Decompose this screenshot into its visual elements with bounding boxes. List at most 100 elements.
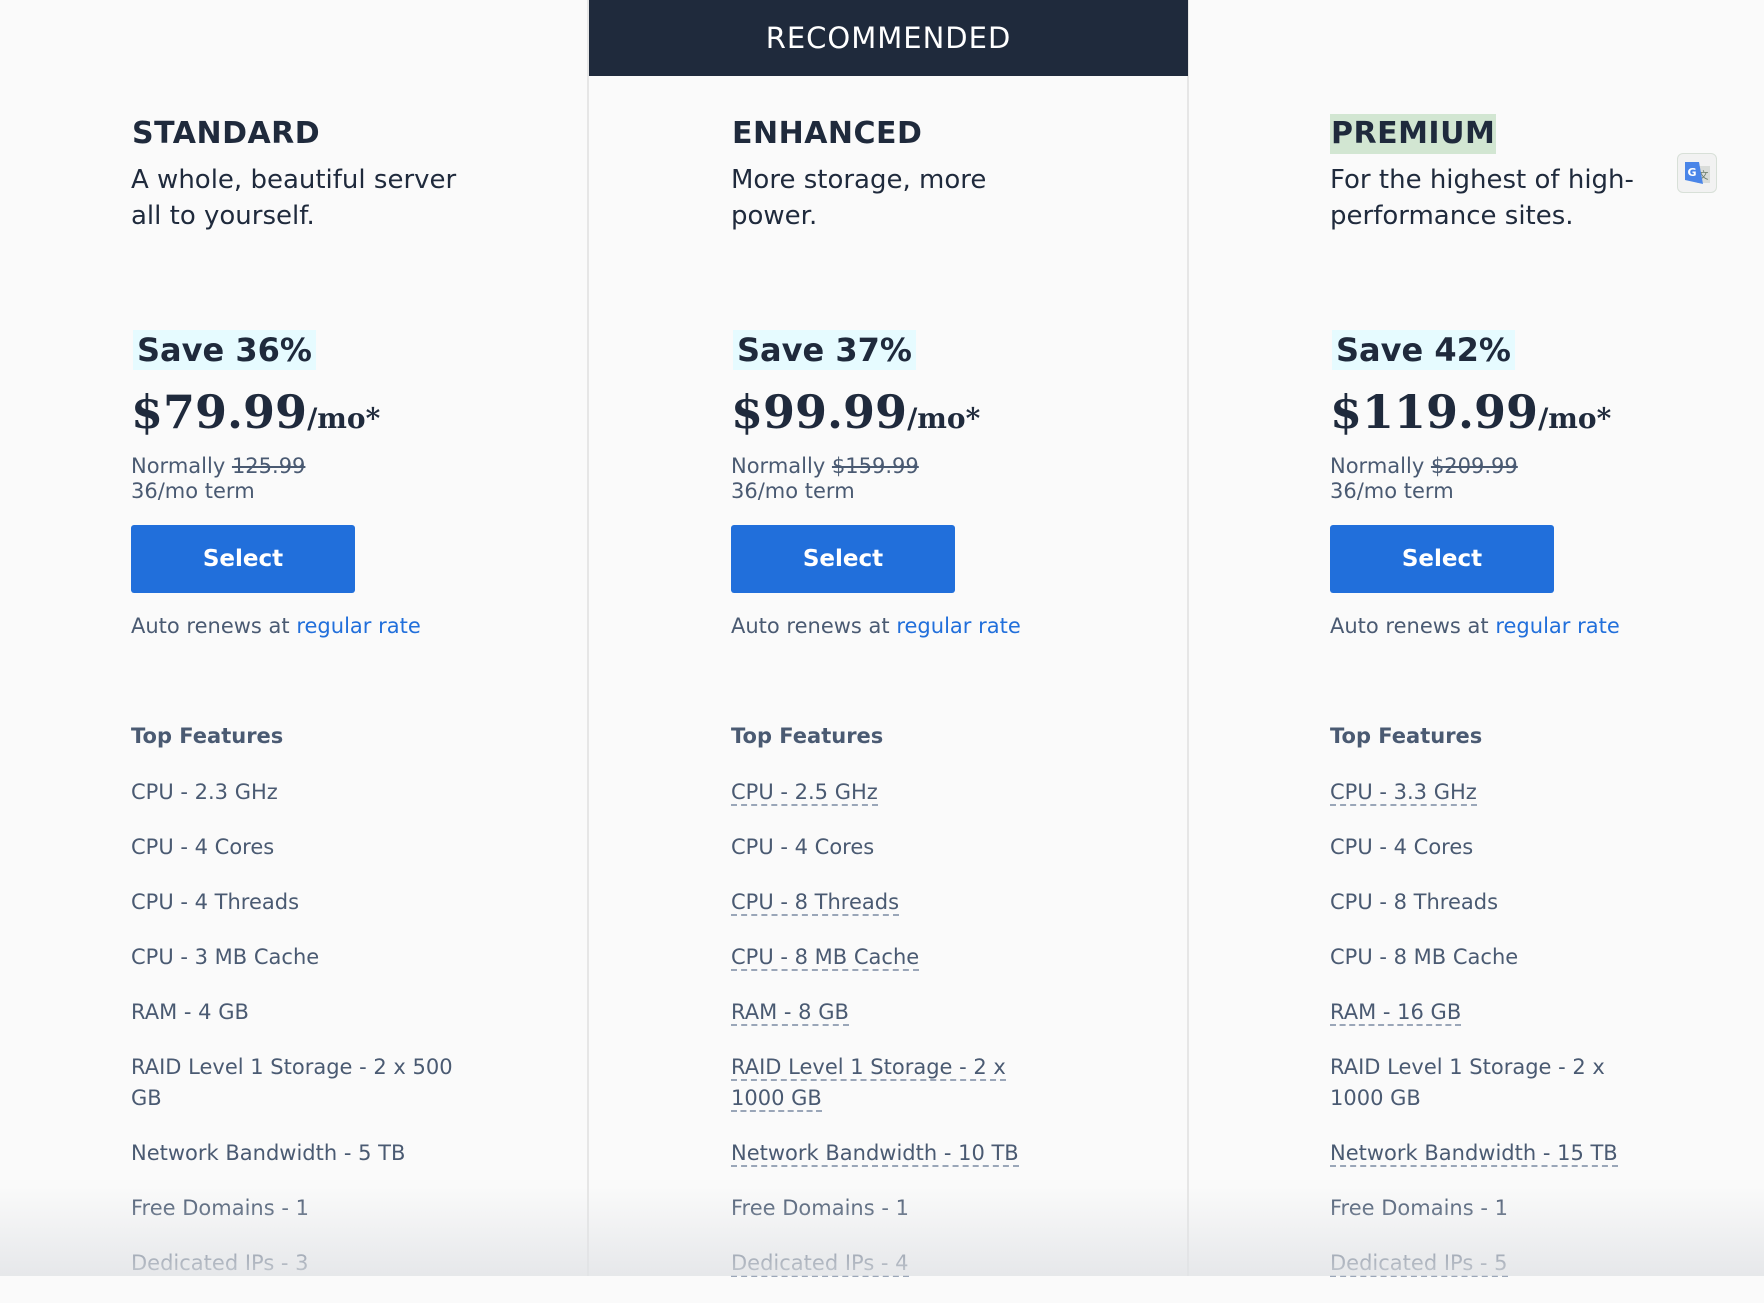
feature-text: CPU - 8 Threads xyxy=(1330,890,1499,914)
regular-rate-link[interactable]: regular rate xyxy=(296,614,420,638)
auto-renew-note: Auto renews at regular rate xyxy=(731,614,1021,638)
feature-item: CPU - 4 Cores xyxy=(731,832,1061,863)
feature-item: RAM - 4 GB xyxy=(131,997,461,1028)
feature-text: Network Bandwidth - 5 TB xyxy=(131,1141,406,1165)
feature-text: CPU - 4 Cores xyxy=(731,835,875,859)
auto-renew-note: Auto renews at regular rate xyxy=(131,614,421,638)
feature-text: CPU - 2.3 GHz xyxy=(131,780,278,804)
feature-text[interactable]: CPU - 8 Threads xyxy=(731,890,900,916)
plan-name: ENHANCED xyxy=(732,116,923,151)
normal-price: Normally $209.99 xyxy=(1330,454,1518,479)
select-button[interactable]: Select xyxy=(731,525,955,593)
feature-text[interactable]: Network Bandwidth - 15 TB xyxy=(1330,1141,1618,1167)
normal-price-value: 125.99 xyxy=(231,454,306,478)
feature-item: CPU - 8 MB Cache xyxy=(1330,942,1660,973)
feature-item: CPU - 4 Cores xyxy=(131,832,461,863)
normal-price-label: Normally xyxy=(131,454,226,478)
feature-text: CPU - 8 MB Cache xyxy=(1330,945,1519,969)
svg-text:G: G xyxy=(1687,166,1696,179)
feature-item: CPU - 4 Cores xyxy=(1330,832,1660,863)
price-period: /mo* xyxy=(307,402,381,435)
price-period: /mo* xyxy=(1538,402,1612,435)
feature-item[interactable]: Dedicated IPs - 5 xyxy=(1330,1248,1660,1279)
feature-text[interactable]: CPU - 2.5 GHz xyxy=(731,780,878,806)
term: 36/mo term xyxy=(1330,479,1454,503)
feature-item[interactable]: CPU - 2.5 GHz xyxy=(731,777,1061,808)
feature-item: CPU - 3 MB Cache xyxy=(131,942,461,973)
column-divider-left xyxy=(587,0,589,1276)
feature-list: CPU - 3.3 GHz CPU - 4 Cores CPU - 8 Thread… xyxy=(1330,777,1660,1303)
price-amount: $119.99 xyxy=(1330,385,1539,439)
feature-text: Free Domains - 1 xyxy=(1330,1196,1508,1220)
select-button[interactable]: Select xyxy=(131,525,355,593)
feature-text[interactable]: Network Bandwidth - 10 TB xyxy=(731,1141,1019,1167)
feature-item: Free Domains - 1 xyxy=(1330,1193,1660,1224)
feature-item: RAID Level 1 Storage - 2 x 1000 GB xyxy=(1330,1052,1660,1114)
select-button[interactable]: Select xyxy=(1330,525,1554,593)
feature-item[interactable]: Dedicated IPs - 4 xyxy=(731,1248,1061,1279)
normal-price-label: Normally xyxy=(1330,454,1425,478)
feature-item[interactable]: CPU - 3.3 GHz xyxy=(1330,777,1660,808)
regular-rate-link[interactable]: regular rate xyxy=(1495,614,1619,638)
feature-text: CPU - 4 Cores xyxy=(1330,835,1474,859)
feature-text: RAM - 4 GB xyxy=(131,1000,249,1024)
feature-text[interactable]: RAID Level 1 Storage - 2 x 1000 GB xyxy=(731,1055,1006,1112)
plan-description: More storage, more power. xyxy=(731,165,987,231)
feature-text: Free Domains - 1 xyxy=(731,1196,909,1220)
feature-item: CPU - 4 Threads xyxy=(131,887,461,918)
feature-list: CPU - 2.3 GHz CPU - 4 Cores CPU - 4 Thread… xyxy=(131,777,461,1303)
feature-list: CPU - 2.5 GHz CPU - 4 Cores CPU - 8 Thread… xyxy=(731,777,1061,1303)
savings-badge: Save 36% xyxy=(133,330,316,370)
feature-text[interactable]: Dedicated IPs - 4 xyxy=(731,1251,909,1277)
feature-item: Free Domains - 1 xyxy=(131,1193,461,1224)
feature-item[interactable]: RAM - 16 GB xyxy=(1330,997,1660,1028)
savings-badge: Save 42% xyxy=(1332,330,1515,370)
feature-item: Dedicated IPs - 3 xyxy=(131,1248,461,1279)
term: 36/mo term xyxy=(131,479,255,503)
feature-item[interactable]: CPU - 8 Threads xyxy=(731,887,1061,918)
feature-text: CPU - 4 Threads xyxy=(131,890,300,914)
price: $79.99/mo* xyxy=(131,385,380,439)
feature-item[interactable]: CPU - 8 MB Cache xyxy=(731,942,1061,973)
feature-text: CPU - 3 MB Cache xyxy=(131,945,320,969)
price-amount: $99.99 xyxy=(731,385,908,439)
plan-name: STANDARD xyxy=(132,116,321,151)
top-features-heading: Top Features xyxy=(731,724,884,748)
savings-badge: Save 37% xyxy=(733,330,916,370)
feature-text[interactable]: RAM - 8 GB xyxy=(731,1000,849,1026)
feature-item: Network Bandwidth - 5 TB xyxy=(131,1138,461,1169)
google-translate-icon[interactable]: 文 G xyxy=(1677,153,1717,193)
normal-price-value: $159.99 xyxy=(831,454,919,478)
feature-text[interactable]: Dedicated IPs - 5 xyxy=(1330,1251,1508,1277)
feature-item: CPU - 2.3 GHz xyxy=(131,777,461,808)
price: $119.99/mo* xyxy=(1330,385,1611,439)
price-amount: $79.99 xyxy=(131,385,308,439)
auto-renew-text: Auto renews at xyxy=(131,614,290,638)
price: $99.99/mo* xyxy=(731,385,980,439)
top-features-heading: Top Features xyxy=(1330,724,1483,748)
plan-name: PREMIUM xyxy=(1330,114,1497,154)
recommended-banner: RECOMMENDED xyxy=(589,0,1188,76)
feature-text[interactable]: CPU - 8 MB Cache xyxy=(731,945,920,971)
feature-item: Free Domains - 1 xyxy=(731,1193,1061,1224)
feature-text[interactable]: CPU - 3.3 GHz xyxy=(1330,780,1477,806)
feature-item[interactable]: Network Bandwidth - 10 TB xyxy=(731,1138,1061,1169)
top-features-heading: Top Features xyxy=(131,724,284,748)
feature-text: RAID Level 1 Storage - 2 x 500 GB xyxy=(131,1055,453,1110)
feature-text: Dedicated IPs - 3 xyxy=(131,1251,309,1275)
auto-renew-text: Auto renews at xyxy=(1330,614,1489,638)
normal-price: Normally 125.99 xyxy=(131,454,305,479)
plan-description: A whole, beautiful server all to yoursel… xyxy=(131,165,457,231)
normal-price-value: $209.99 xyxy=(1430,454,1518,478)
feature-item[interactable]: RAM - 8 GB xyxy=(731,997,1061,1028)
feature-item[interactable]: Network Bandwidth - 15 TB xyxy=(1330,1138,1660,1169)
feature-item[interactable]: RAID Level 1 Storage - 2 x 1000 GB xyxy=(731,1052,1061,1114)
regular-rate-link[interactable]: regular rate xyxy=(896,614,1020,638)
feature-text: CPU - 4 Cores xyxy=(131,835,275,859)
auto-renew-note: Auto renews at regular rate xyxy=(1330,614,1620,638)
column-divider-right xyxy=(1187,0,1189,1276)
normal-price-label: Normally xyxy=(731,454,826,478)
term: 36/mo term xyxy=(731,479,855,503)
feature-item: CPU - 8 Threads xyxy=(1330,887,1660,918)
feature-text[interactable]: RAM - 16 GB xyxy=(1330,1000,1462,1026)
